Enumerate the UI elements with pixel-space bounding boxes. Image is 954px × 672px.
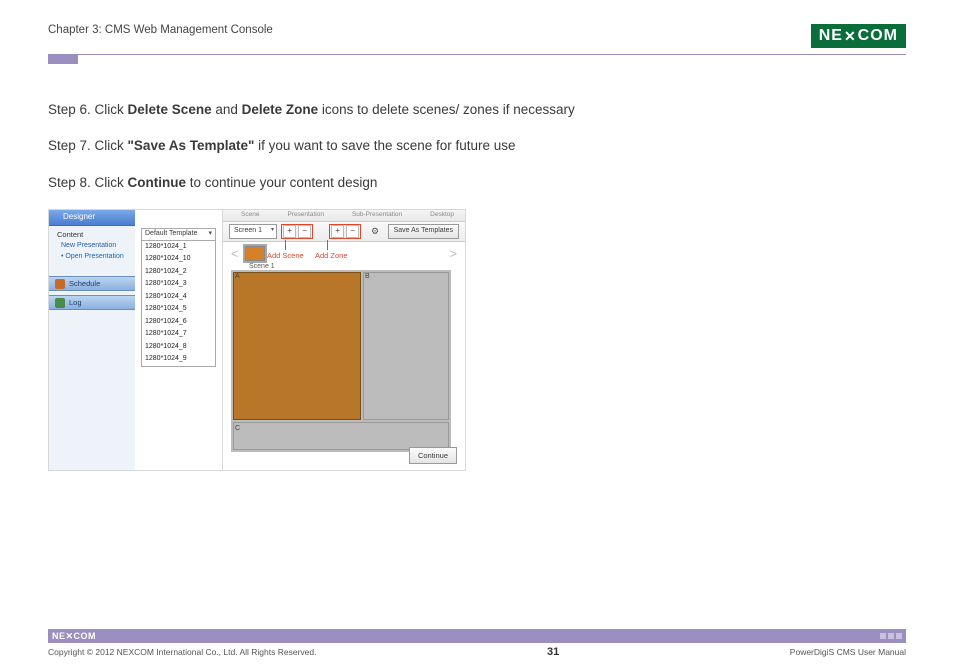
ss-content-section: Content (49, 226, 135, 241)
zone-b[interactable] (363, 272, 449, 420)
ss-canvas[interactable]: A B C (231, 270, 451, 452)
footer-squares-icon (880, 633, 902, 639)
ss-open-presentation[interactable]: • Open Presentation (49, 252, 135, 267)
ss-template-column: Default Template ▾ 1280*1024_11280*1024_… (135, 210, 223, 471)
schedule-icon (55, 279, 65, 289)
ss-top-tabs: Scene Presentation Sub-Presentation Desk… (223, 210, 465, 222)
step8-text-a: Step 8. Click (48, 175, 128, 190)
log-icon (55, 298, 65, 308)
ss-sidebar: Designer Content New Presentation • Open… (49, 210, 135, 471)
ss-template-select[interactable]: Default Template ▾ (141, 228, 216, 241)
continue-button[interactable]: Continue (409, 447, 457, 464)
step7-text-a: Step 7. Click (48, 138, 128, 153)
ss-schedule-label: Schedule (69, 278, 100, 289)
tab-subpresentation[interactable]: Sub-Presentation (352, 210, 402, 220)
step6-bold1: Delete Scene (128, 102, 212, 117)
scene-thumb-1[interactable] (245, 246, 265, 261)
step6-mid: and (212, 102, 242, 117)
template-row[interactable]: 1280*1024_7 (142, 328, 215, 341)
footer-logo: NE✕COM (52, 631, 96, 642)
chapter-title: Chapter 3: CMS Web Management Console (48, 24, 273, 36)
zone-c-label: C (235, 424, 240, 435)
template-row[interactable]: 1280*1024_6 (142, 316, 215, 329)
ss-designer-header[interactable]: Designer (49, 210, 135, 226)
step6-bold2: Delete Zone (242, 102, 319, 117)
ss-screen-select[interactable]: Screen 1 (229, 224, 277, 239)
footer-bar: NE✕COM (48, 629, 906, 643)
ss-log-label: Log (69, 297, 82, 308)
ss-template-list[interactable]: 1280*1024_11280*1024_101280*1024_21280*1… (141, 241, 216, 367)
step-6: Step 6. Click Delete Scene and Delete Zo… (48, 100, 906, 120)
step7-bold: "Save As Template" (128, 138, 255, 153)
template-row[interactable]: 1280*1024_1 (142, 241, 215, 254)
delete-scene-button[interactable]: − (298, 225, 311, 238)
tab-scene[interactable]: Scene (241, 210, 259, 220)
step6-text-a: Step 6. Click (48, 102, 128, 117)
step6-text-c: icons to delete scenes/ zones if necessa… (318, 102, 575, 117)
tab-presentation[interactable]: Presentation (287, 210, 324, 220)
embedded-screenshot: Designer Content New Presentation • Open… (48, 209, 466, 471)
add-scene-button[interactable]: + (283, 225, 296, 238)
scene-controls-highlight: + − (281, 224, 313, 239)
template-row[interactable]: 1280*1024_9 (142, 353, 215, 366)
scene-prev-icon[interactable]: < (231, 244, 239, 264)
ss-toolbar: Screen 1 + − + − ⚙ Save As Templates (223, 222, 465, 242)
template-row[interactable]: 1280*1024_3 (142, 278, 215, 291)
ss-template-selected: Default Template (145, 229, 197, 240)
zone-a-label: A (235, 272, 240, 283)
tab-desktop[interactable]: Desktop (430, 210, 454, 220)
logo-text-left: NE (819, 27, 843, 45)
step8-text-c: to continue your content design (186, 175, 377, 190)
ss-log-button[interactable]: Log (49, 295, 135, 310)
dropdown-arrow-icon: ▾ (208, 229, 212, 240)
header-tab-accent (48, 54, 78, 64)
ss-new-presentation[interactable]: New Presentation (49, 241, 135, 252)
header-rule (48, 54, 906, 55)
logo-x-icon: ✕ (844, 28, 857, 45)
zone-a[interactable] (233, 272, 361, 420)
step-7: Step 7. Click "Save As Template" if you … (48, 136, 906, 156)
footer-page-number: 31 (547, 646, 559, 658)
template-row[interactable]: 1280*1024_4 (142, 291, 215, 304)
step7-text-c: if you want to save the scene for future… (254, 138, 515, 153)
zone-b-label: B (365, 272, 370, 283)
add-zone-button[interactable]: + (331, 225, 344, 238)
step8-bold: Continue (128, 175, 187, 190)
nexcom-logo: NE ✕ COM (811, 24, 906, 48)
zone-controls-highlight: + − (329, 224, 361, 239)
settings-gear-icon[interactable]: ⚙ (371, 225, 379, 239)
ss-main-area: Scene Presentation Sub-Presentation Desk… (223, 210, 465, 470)
ss-schedule-button[interactable]: Schedule (49, 276, 135, 291)
page-footer: NE✕COM Copyright © 2012 NEXCOM Internati… (48, 629, 906, 658)
template-row[interactable]: 1280*1024_5 (142, 303, 215, 316)
template-row[interactable]: 1280*1024_8 (142, 341, 215, 354)
scene-next-icon[interactable]: > (449, 244, 457, 264)
logo-text-right: COM (858, 27, 898, 45)
delete-zone-button[interactable]: − (346, 225, 359, 238)
template-row[interactable]: 1280*1024_10 (142, 253, 215, 266)
save-as-template-button[interactable]: Save As Templates (388, 224, 459, 239)
step-8: Step 8. Click Continue to continue your … (48, 173, 906, 193)
template-row[interactable]: 1280*1024_2 (142, 266, 215, 279)
footer-manual-title: PowerDigiS CMS User Manual (790, 647, 906, 657)
footer-copyright: Copyright © 2012 NEXCOM International Co… (48, 647, 316, 657)
